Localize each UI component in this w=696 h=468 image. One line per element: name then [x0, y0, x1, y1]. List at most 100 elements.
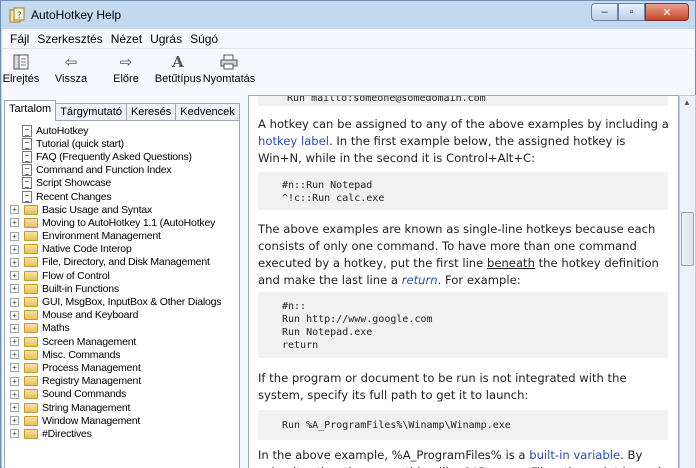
- folder-icon: [24, 204, 38, 215]
- expand-plus-icon[interactable]: +: [10, 231, 19, 241]
- document-icon: [22, 164, 32, 177]
- font-button[interactable]: A Betűtípus: [150, 49, 206, 85]
- content-scrollbar[interactable]: ▲: [679, 95, 696, 468]
- expand-plus-icon[interactable]: +: [10, 310, 19, 320]
- tree-folder-item[interactable]: + Moving to AutoHotkey 1.1 (AutoHotkey: [5, 216, 239, 229]
- menu-help[interactable]: Súgó: [186, 32, 222, 46]
- tree-folder-item[interactable]: + Basic Usage and Syntax: [5, 203, 239, 216]
- tree-topic-item[interactable]: Command and Function Index: [5, 164, 239, 177]
- paragraph-builtin-variable: In the above example, %A_ProgramFiles% i…: [258, 447, 670, 468]
- tree-folder-item[interactable]: + GUI, MsgBox, InputBox & Other Dialogs: [5, 295, 239, 308]
- maximize-button[interactable]: ▫: [618, 3, 645, 21]
- menu-file[interactable]: Fájl: [6, 32, 33, 46]
- menu-view[interactable]: Nézet: [107, 32, 146, 46]
- tree-topic-item[interactable]: AutoHotkey: [5, 124, 239, 137]
- expand-plus-icon[interactable]: +: [10, 271, 19, 281]
- tree-item-label: Script Showcase: [36, 177, 112, 190]
- expand-plus-icon[interactable]: +: [10, 389, 19, 399]
- expand-plus-icon[interactable]: +: [10, 416, 19, 426]
- tree-item-label: AutoHotkey: [36, 124, 89, 137]
- minimize-button[interactable]: –: [591, 3, 618, 21]
- folder-icon: [24, 283, 38, 294]
- title-bar[interactable]: ? AutoHotkey Help – ▫ ✕: [1, 1, 695, 29]
- code-block-hotkeys: #n::Run Notepad ^!c::Run calc.exe: [258, 172, 668, 210]
- document-icon: [22, 150, 32, 163]
- paragraph-full-path: If the program or document to be run is …: [258, 370, 670, 404]
- tree-folder-item[interactable]: + Window Management: [5, 414, 239, 427]
- back-button[interactable]: ⇦ Vissza: [40, 49, 102, 85]
- print-button[interactable]: Nyomtatás: [203, 49, 255, 85]
- hide-label: Elrejtés: [2, 73, 40, 85]
- tree-folder-item[interactable]: + Mouse and Keyboard: [5, 309, 239, 322]
- tree-item-label: Tutorial (quick start): [36, 137, 124, 150]
- contents-tree[interactable]: AutoHotkey Tutorial (quick start) FAQ (Fre…: [4, 120, 240, 468]
- tree-item-label: Mouse and Keyboard: [42, 309, 139, 322]
- scroll-up-arrow-icon[interactable]: ▲: [683, 98, 691, 107]
- tree-folder-item[interactable]: + Maths: [5, 322, 239, 335]
- expand-plus-icon[interactable]: +: [10, 244, 19, 254]
- tree-folder-item[interactable]: + Flow of Control: [5, 269, 239, 282]
- expand-plus-icon[interactable]: +: [10, 429, 19, 439]
- close-button[interactable]: ✕: [645, 3, 689, 21]
- expand-plus-icon[interactable]: +: [10, 284, 19, 294]
- tab-favorites[interactable]: Kedvencek: [175, 103, 240, 121]
- tree-folder-item[interactable]: + Misc. Commands: [5, 348, 239, 361]
- tree-item-label: Moving to AutoHotkey 1.1 (AutoHotkey: [42, 216, 216, 229]
- tree-topic-item[interactable]: Recent Changes: [5, 190, 239, 203]
- tree-item-label: Maths: [42, 322, 70, 335]
- tree-folder-item[interactable]: + Sound Commands: [5, 388, 239, 401]
- scroll-thumb[interactable]: [681, 212, 694, 266]
- expand-plus-icon[interactable]: +: [10, 337, 19, 347]
- tree-folder-item[interactable]: + Native Code Interop: [5, 243, 239, 256]
- expand-plus-icon[interactable]: +: [10, 363, 19, 373]
- folder-icon: [24, 231, 38, 242]
- tree-topic-item[interactable]: Script Showcase: [5, 177, 239, 190]
- p2-underline: beneath: [486, 256, 535, 270]
- tree-item-label: Basic Usage and Syntax: [42, 203, 152, 216]
- tree-item-label: Registry Management: [42, 375, 141, 388]
- tree-folder-item[interactable]: + String Management: [5, 401, 239, 414]
- expand-plus-icon[interactable]: +: [10, 257, 19, 267]
- tree-item-label: Recent Changes: [36, 190, 112, 203]
- tab-contents[interactable]: Tartalom: [4, 100, 57, 121]
- expand-plus-icon[interactable]: +: [10, 376, 19, 386]
- tree-folder-item[interactable]: + Screen Management: [5, 335, 239, 348]
- tree-item-label: String Management: [42, 401, 131, 414]
- folder-icon: [24, 389, 38, 400]
- expand-plus-icon[interactable]: +: [10, 403, 19, 413]
- tab-index[interactable]: Tárgymutató: [55, 103, 127, 121]
- p1-text-a: A hotkey can be assigned to any of the a…: [258, 117, 669, 131]
- tree-folder-item[interactable]: + Built-in Functions: [5, 282, 239, 295]
- folder-icon: [24, 217, 38, 228]
- hide-button[interactable]: Elrejtés: [2, 49, 40, 85]
- topic-content: Run mailto:someone@somedomain.com A hotk…: [248, 95, 679, 468]
- folder-icon: [24, 297, 38, 308]
- expand-plus-icon[interactable]: +: [10, 218, 19, 228]
- builtin-variable-link[interactable]: built-in variable: [529, 448, 620, 462]
- tree-topic-item[interactable]: FAQ (Frequently Asked Questions): [5, 150, 239, 163]
- tree-folder-item[interactable]: + Process Management: [5, 361, 239, 374]
- expand-plus-icon[interactable]: +: [10, 205, 19, 215]
- tree-folder-item[interactable]: + Environment Management: [5, 230, 239, 243]
- document-icon: [22, 137, 32, 150]
- folder-icon: [24, 428, 38, 439]
- tree-folder-item[interactable]: + Registry Management: [5, 375, 239, 388]
- return-link[interactable]: return: [402, 273, 438, 287]
- expand-plus-icon[interactable]: +: [10, 350, 19, 360]
- hotkey-label-link[interactable]: hotkey label: [258, 134, 329, 148]
- menu-go[interactable]: Ugrás: [146, 32, 186, 46]
- tab-search[interactable]: Keresés: [125, 103, 177, 121]
- window-title: AutoHotkey Help: [31, 8, 122, 22]
- tree-folder-item[interactable]: + File, Directory, and Disk Management: [5, 256, 239, 269]
- tree-folder-item[interactable]: + #Directives: [5, 427, 239, 440]
- nav-tabs: Tartalom Tárgymutató Keresés Kedvencek: [4, 100, 240, 121]
- folder-icon: [24, 323, 38, 334]
- svg-text:?: ?: [17, 11, 22, 21]
- p3-text: If the program or document to be run is …: [258, 371, 627, 402]
- forward-button[interactable]: ⇨ Előre: [102, 49, 150, 85]
- expand-plus-icon[interactable]: +: [10, 323, 19, 333]
- menu-bar: Fájl Szerkesztés Nézet Ugrás Súgó: [2, 29, 695, 49]
- tree-topic-item[interactable]: Tutorial (quick start): [5, 137, 239, 150]
- menu-edit[interactable]: Szerkesztés: [33, 32, 106, 46]
- expand-plus-icon[interactable]: +: [10, 297, 19, 307]
